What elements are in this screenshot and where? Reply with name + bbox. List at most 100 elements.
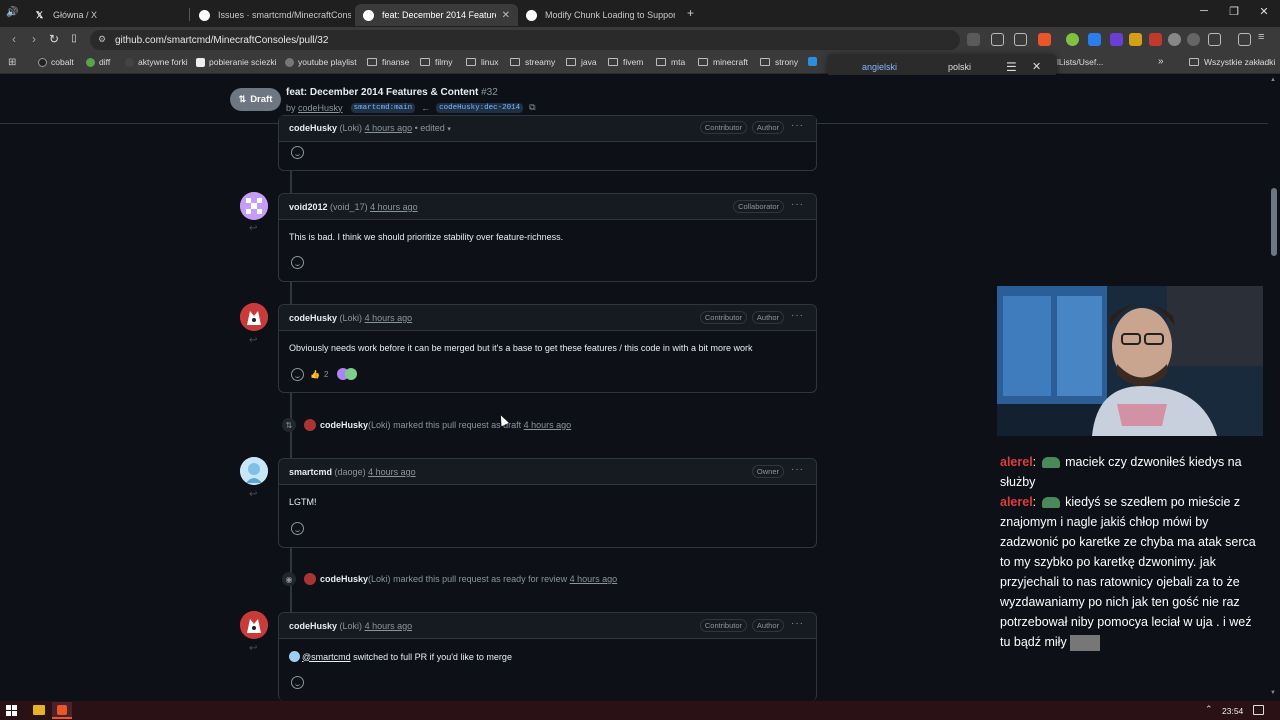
chat-username[interactable]: alerel — [1000, 495, 1033, 509]
bookmark-page-icon[interactable]: ▯ — [66, 33, 82, 44]
scroll-thumb[interactable] — [1271, 188, 1277, 256]
extension-gear-icon[interactable] — [1168, 33, 1181, 46]
comment-timestamp[interactable]: 4 hours ago — [365, 621, 413, 631]
avatar[interactable] — [240, 457, 268, 485]
all-bookmarks[interactable]: Wszystkie zakładki — [1189, 57, 1275, 67]
reply-icon[interactable]: ↩ — [249, 335, 257, 346]
bookmark-minecraft[interactable]: minecraft — [698, 57, 748, 67]
bookmark-diff[interactable]: diff — [86, 57, 110, 67]
tab-chunk-loading[interactable]: Modify Chunk Loading to Support Sa — [518, 4, 683, 26]
chevron-down-icon[interactable]: ▾ — [447, 126, 451, 133]
bookmark-filmy[interactable]: filmy — [420, 57, 452, 67]
brave-shield-icon[interactable] — [1038, 33, 1051, 46]
comment-author[interactable]: codeHusky — [289, 313, 337, 323]
reaction-thumbs-up[interactable]: 👍 2 — [310, 367, 328, 382]
site-settings-icon[interactable]: ⚙ — [98, 34, 106, 45]
comment-menu-icon[interactable]: ··· — [791, 618, 804, 629]
comment-timestamp[interactable]: 4 hours ago — [365, 123, 413, 133]
tray-chevron-up-icon[interactable]: ⌃ — [1205, 704, 1213, 715]
menu-icon[interactable]: ≡ — [1258, 31, 1271, 44]
comment-menu-icon[interactable]: ··· — [791, 310, 804, 321]
tab-x[interactable]: 𝕏 Główna / X — [26, 4, 186, 26]
extension-grid-icon[interactable] — [1110, 33, 1123, 46]
bookmark-cobalt[interactable]: cobalt — [38, 57, 74, 67]
file-explorer-icon[interactable] — [33, 705, 45, 715]
add-reaction-icon[interactable] — [291, 146, 304, 159]
extension-audio-icon[interactable] — [1088, 33, 1101, 46]
brave-taskbar-icon[interactable] — [52, 702, 72, 719]
bookmark-java[interactable]: java — [566, 57, 597, 67]
add-reaction-icon[interactable] — [291, 676, 304, 689]
address-bar[interactable]: ⚙ github.com/smartcmd/MinecraftConsoles/… — [90, 30, 960, 50]
bookmark-strony[interactable]: strony — [760, 57, 798, 67]
reply-icon[interactable]: ↩ — [249, 489, 257, 500]
comment-author[interactable]: void2012 — [289, 202, 328, 212]
reply-icon[interactable]: ↩ — [249, 643, 257, 654]
reply-icon[interactable]: ↩ — [249, 223, 257, 234]
comment-menu-icon[interactable]: ··· — [791, 464, 804, 475]
comment-menu-icon[interactable]: ··· — [791, 120, 804, 131]
chat-username[interactable]: alerel — [1000, 455, 1033, 469]
page-scrollbar[interactable]: ▲ ▼ — [1268, 75, 1280, 702]
bookmark-vscode[interactable] — [808, 57, 821, 66]
translate-option-source[interactable]: angielski — [862, 62, 897, 72]
bookmarks-overflow-icon[interactable]: » — [1158, 56, 1164, 67]
apps-grid-icon[interactable]: ⊞ — [8, 57, 16, 68]
comment-timestamp[interactable]: 4 hours ago — [365, 313, 413, 323]
translate-menu-icon[interactable]: ☰ — [1006, 60, 1017, 74]
comment-author[interactable]: codeHusky — [289, 123, 337, 133]
add-reaction-icon[interactable] — [291, 256, 304, 269]
scroll-down-icon[interactable]: ▼ — [1270, 690, 1276, 696]
audio-icon[interactable]: 🔊 — [6, 7, 18, 18]
translate-close-icon[interactable]: ✕ — [1032, 60, 1041, 73]
avatar[interactable] — [240, 192, 268, 220]
avatar[interactable] — [240, 611, 268, 639]
forward-icon[interactable]: › — [26, 32, 42, 46]
comment-author[interactable]: smartcmd — [289, 467, 332, 477]
event-author[interactable]: codeHusky — [320, 420, 368, 430]
scroll-up-icon[interactable]: ▲ — [1270, 77, 1276, 83]
event-timestamp[interactable]: 4 hours ago — [524, 420, 572, 430]
notifications-icon[interactable] — [1253, 705, 1264, 715]
sidebar-icon[interactable] — [1238, 33, 1251, 46]
event-timestamp[interactable]: 4 hours ago — [570, 574, 618, 584]
bookmark-mta[interactable]: mta — [656, 57, 685, 67]
edited-indicator[interactable]: • edited — [415, 123, 445, 133]
new-tab-button[interactable]: + — [687, 6, 694, 20]
extension-globe-icon[interactable] — [1187, 33, 1200, 46]
bookmark-linux[interactable]: linux — [466, 57, 498, 67]
head-branch[interactable]: codeHusky:dec-2014 — [436, 102, 524, 113]
bookmark-streamy[interactable]: streamy — [510, 57, 555, 67]
extensions-puzzle-icon[interactable] — [1208, 33, 1221, 46]
bookmark-finanse[interactable]: finanse — [367, 57, 409, 67]
base-branch[interactable]: smartcmd:main — [350, 102, 416, 113]
avatar[interactable] — [240, 303, 268, 331]
start-icon[interactable] — [6, 705, 17, 716]
cast-icon[interactable] — [991, 33, 1004, 46]
bookmark-pobieranie[interactable]: pobieranie sciezki — [196, 57, 277, 67]
comment-menu-icon[interactable]: ··· — [791, 199, 804, 210]
close-window-icon[interactable]: ✕ — [1255, 5, 1273, 18]
minimize-icon[interactable]: ─ — [1195, 5, 1213, 17]
reload-icon[interactable]: ↻ — [46, 32, 62, 46]
bookmark-aktywne-forki[interactable]: aktywne forki — [125, 57, 188, 67]
extension-red-icon[interactable] — [1149, 33, 1162, 46]
comment-timestamp[interactable]: 4 hours ago — [368, 467, 416, 477]
bookmark-youtube[interactable]: youtube playlist — [285, 57, 357, 67]
restore-icon[interactable]: ❐ — [1225, 5, 1243, 18]
bookmark-fivem[interactable]: fivem — [608, 57, 643, 67]
add-reaction-icon[interactable] — [291, 522, 304, 535]
reactors-avatars[interactable] — [337, 368, 361, 381]
user-mention[interactable]: @smartcmd — [302, 652, 351, 662]
tab-pr-active[interactable]: feat: December 2014 Features & ✕ — [355, 4, 518, 26]
share-icon[interactable] — [1014, 33, 1027, 46]
event-author[interactable]: codeHusky — [320, 574, 368, 584]
tab-issues[interactable]: Issues · smartcmd/MinecraftConsoles — [191, 4, 351, 26]
translate-option-target[interactable]: polski — [948, 62, 971, 72]
translate-icon[interactable] — [967, 33, 980, 46]
avatar[interactable] — [304, 419, 316, 431]
bookmark-lists[interactable]: lLists/Usef... — [1057, 57, 1103, 67]
extension-yellow-icon[interactable] — [1129, 33, 1142, 46]
back-icon[interactable]: ‹ — [6, 32, 22, 46]
clock[interactable]: 23:54 — [1222, 706, 1243, 716]
